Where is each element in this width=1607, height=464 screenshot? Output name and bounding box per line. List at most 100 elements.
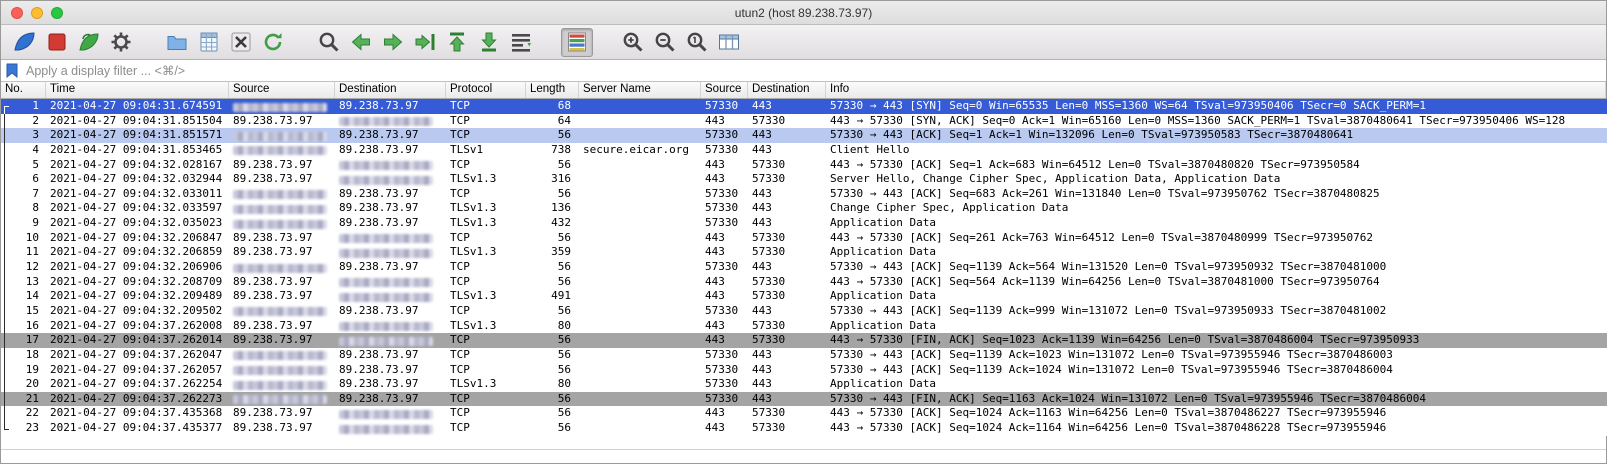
column-header-info[interactable]: Info (826, 82, 1606, 98)
table-row[interactable]: 9 2021-04-27 09:04:32.035023 89.238.73.9… (1, 216, 1607, 231)
column-header-source[interactable]: Source (229, 82, 335, 98)
start-capture-button[interactable] (9, 28, 41, 57)
cell-source-port: 57330 (701, 143, 748, 158)
cell-destination-port: 443 (748, 392, 826, 407)
table-row[interactable]: 23 2021-04-27 09:04:37.435377 89.238.73.… (1, 421, 1607, 436)
table-row[interactable]: 11 2021-04-27 09:04:32.206859 89.238.73.… (1, 245, 1607, 260)
display-filter-input[interactable] (24, 63, 1601, 79)
table-row[interactable]: 21 2021-04-27 09:04:37.262273 89.238.73.… (1, 392, 1607, 407)
cell-info: 57330 → 443 [ACK] Seq=1139 Ack=1023 Win=… (826, 348, 1607, 363)
cell-source: 89.238.73.97 (229, 114, 335, 129)
go-back-button[interactable] (345, 28, 377, 57)
column-header-time[interactable]: Time (46, 82, 229, 98)
zoom-in-button[interactable] (617, 28, 649, 57)
cell-time: 2021-04-27 09:04:32.032944 (46, 172, 229, 187)
cell-destination-port: 443 (748, 348, 826, 363)
cell-server-name (579, 172, 701, 187)
stop-capture-button[interactable] (41, 28, 73, 57)
cell-time: 2021-04-27 09:04:32.206847 (46, 231, 229, 246)
cell-length: 56 (526, 406, 579, 421)
table-row[interactable]: 22 2021-04-27 09:04:37.435368 89.238.73.… (1, 406, 1607, 421)
conversation-bracket (4, 348, 9, 363)
column-header-server-name[interactable]: Server Name (579, 82, 701, 98)
restart-capture-button[interactable] (73, 28, 105, 57)
cell-no: 13 (1, 275, 46, 290)
zoom-100-button[interactable] (681, 28, 713, 57)
cell-destination: 89.238.73.97 (335, 392, 446, 407)
capture-options-button[interactable] (105, 28, 137, 57)
table-row[interactable]: 16 2021-04-27 09:04:37.262008 89.238.73.… (1, 319, 1607, 334)
column-header-destination[interactable]: Destination (335, 82, 446, 98)
redacted-ip (233, 381, 327, 390)
table-row[interactable]: 1 2021-04-27 09:04:31.674591 89.238.73.9… (1, 99, 1607, 114)
cell-protocol: TCP (446, 114, 526, 129)
open-file-button[interactable] (161, 28, 193, 57)
go-forward-button[interactable] (377, 28, 409, 57)
close-file-button[interactable] (225, 28, 257, 57)
cell-protocol: TLSv1.3 (446, 289, 526, 304)
table-row[interactable]: 20 2021-04-27 09:04:37.262254 89.238.73.… (1, 377, 1607, 392)
cell-source-port: 57330 (701, 377, 748, 392)
cell-time: 2021-04-27 09:04:37.435368 (46, 406, 229, 421)
cell-server-name (579, 421, 701, 436)
cell-server-name (579, 363, 701, 378)
cell-destination-port: 57330 (748, 333, 826, 348)
column-header-source[interactable]: Source (701, 82, 748, 98)
close-window-button[interactable] (11, 7, 23, 19)
conversation-bracket (4, 216, 9, 231)
go-last-packet-button[interactable] (473, 28, 505, 57)
find-packet-button[interactable] (313, 28, 345, 57)
table-row[interactable]: 19 2021-04-27 09:04:37.262057 89.238.73.… (1, 363, 1607, 378)
table-row[interactable]: 13 2021-04-27 09:04:32.208709 89.238.73.… (1, 275, 1607, 290)
table-row[interactable]: 10 2021-04-27 09:04:32.206847 89.238.73.… (1, 231, 1607, 246)
conversation-bracket (4, 304, 9, 319)
reload-file-button[interactable] (257, 28, 289, 57)
cell-source: 89.238.73.97 (229, 172, 335, 187)
table-row[interactable]: 5 2021-04-27 09:04:32.028167 89.238.73.9… (1, 158, 1607, 173)
table-row[interactable]: 14 2021-04-27 09:04:32.209489 89.238.73.… (1, 289, 1607, 304)
table-row[interactable]: 6 2021-04-27 09:04:32.032944 89.238.73.9… (1, 172, 1607, 187)
zoom-window-button[interactable] (51, 7, 63, 19)
resize-columns-button[interactable] (713, 28, 745, 57)
cell-source (229, 363, 335, 378)
stop-square-icon (45, 30, 69, 54)
table-row[interactable]: 18 2021-04-27 09:04:37.262047 89.238.73.… (1, 348, 1607, 363)
cell-no: 11 (1, 245, 46, 260)
table-row[interactable]: 12 2021-04-27 09:04:32.206906 89.238.73.… (1, 260, 1607, 275)
cell-server-name (579, 187, 701, 202)
auto-scroll-button[interactable] (505, 28, 537, 57)
table-row[interactable]: 7 2021-04-27 09:04:32.033011 89.238.73.9… (1, 187, 1607, 202)
save-file-button[interactable] (193, 28, 225, 57)
go-to-packet-button[interactable] (409, 28, 441, 57)
cell-server-name (579, 392, 701, 407)
table-row[interactable]: 15 2021-04-27 09:04:32.209502 89.238.73.… (1, 304, 1607, 319)
column-header-length[interactable]: Length (526, 82, 579, 98)
minimize-window-button[interactable] (31, 7, 43, 19)
table-row[interactable]: 8 2021-04-27 09:04:32.033597 89.238.73.9… (1, 201, 1607, 216)
go-first-packet-button[interactable] (441, 28, 473, 57)
cell-server-name (579, 304, 701, 319)
cell-info: 57330 → 443 [FIN, ACK] Seq=1163 Ack=1024… (826, 392, 1607, 407)
column-header-no[interactable]: No. (1, 82, 46, 98)
cell-no: 7 (1, 187, 46, 202)
conversation-bracket (4, 245, 9, 260)
table-row[interactable]: 4 2021-04-27 09:04:31.853465 89.238.73.9… (1, 143, 1607, 158)
redacted-ip (339, 293, 433, 302)
cell-no: 2 (1, 114, 46, 129)
table-row[interactable]: 3 2021-04-27 09:04:31.851571 89.238.73.9… (1, 128, 1607, 143)
conversation-bracket (4, 172, 9, 187)
column-header-protocol[interactable]: Protocol (446, 82, 526, 98)
colorize-packets-button[interactable] (561, 28, 593, 57)
cell-source-port: 57330 (701, 128, 748, 143)
title-bar: utun2 (host 89.238.73.97) (1, 1, 1606, 25)
cell-no: 23 (1, 421, 46, 436)
cell-destination (335, 172, 446, 187)
column-header-destination[interactable]: Destination (748, 82, 826, 98)
table-row[interactable]: 2 2021-04-27 09:04:31.851504 89.238.73.9… (1, 114, 1607, 129)
table-row[interactable]: 17 2021-04-27 09:04:37.262014 89.238.73.… (1, 333, 1607, 348)
redacted-ip (233, 132, 327, 141)
zoom-out-button[interactable] (649, 28, 681, 57)
conversation-bracket (4, 260, 9, 275)
filter-bookmark-icon[interactable] (6, 63, 18, 78)
cell-time: 2021-04-27 09:04:37.262008 (46, 319, 229, 334)
